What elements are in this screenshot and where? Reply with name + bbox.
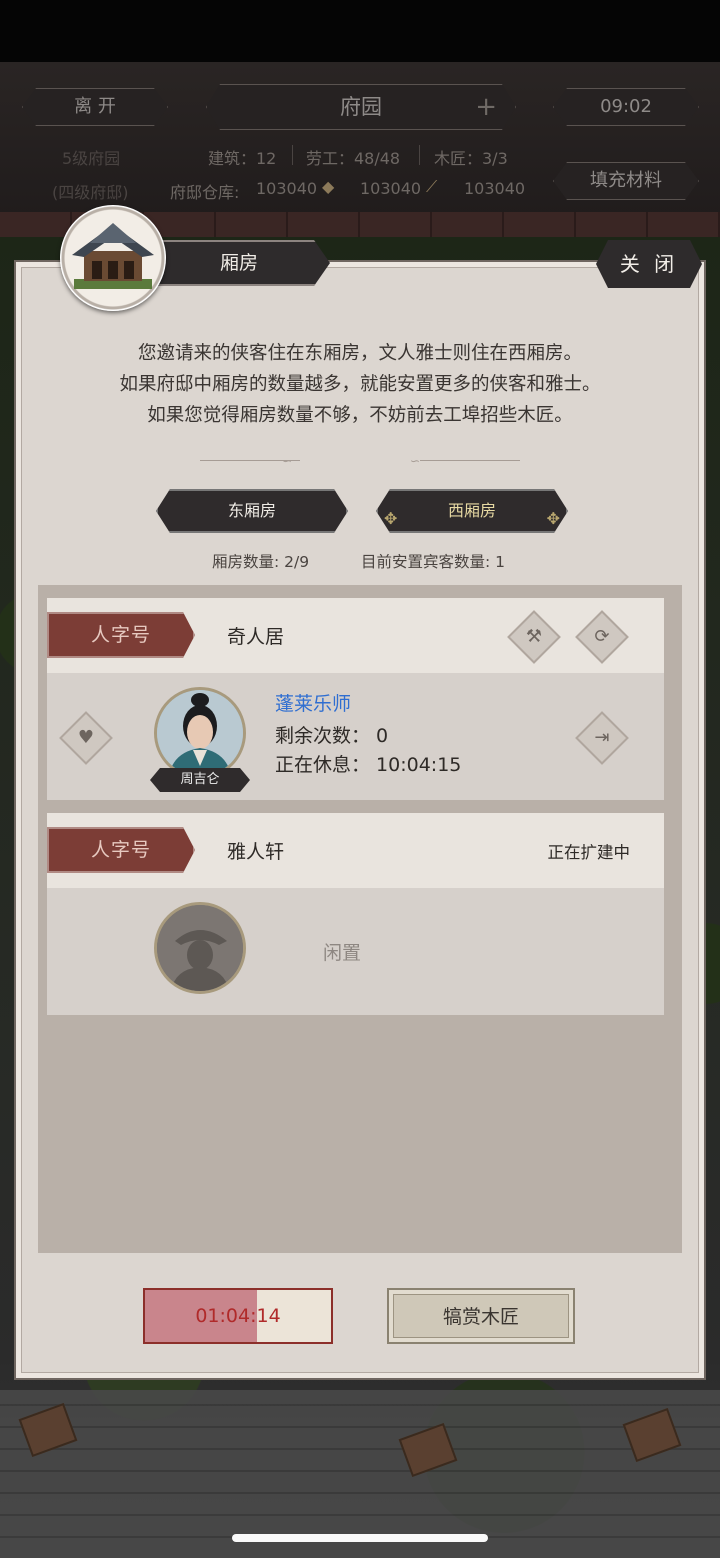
remaining-count: 剩余次数： 0 [275,725,389,747]
rank-tag: 人字号 [47,612,195,658]
close-button[interactable]: 关 闭 [596,240,702,288]
dismiss-button[interactable]: ⇥ [575,711,629,765]
guest-portrait[interactable] [154,687,246,779]
laborers-count: 劳工：48/48 [306,149,401,168]
guest-title: 蓬莱乐师 [275,693,352,715]
resource-value: 103040 [256,179,318,198]
room-name: 奇人居 [227,626,285,648]
divider-line [420,460,520,461]
grain-icon: ◆ [322,177,335,196]
leave-button[interactable]: 离 开 [22,88,168,126]
build-timer: 01:04:14 [143,1288,333,1344]
description-line: 您邀请来的侠客住在东厢房，文人雅士则住在西厢房。 [137,343,582,364]
fill-materials-button[interactable]: 填充材料 [553,162,699,200]
wood-icon: ⟋ [426,177,438,196]
warehouse-label: 府邸仓库: [170,183,240,202]
buildings-count: 建筑：12 [208,149,277,168]
tab-west-label: 西厢房 [447,501,496,520]
hud-divider [292,145,293,165]
heart-icon: ♥ [77,727,95,748]
room-body: 闲置 [47,888,664,1015]
resource-value: 103040 [464,179,526,198]
location-title: 府园 + [206,84,516,130]
room-body: ♥ 周吉仑 蓬莱乐师 剩余次数： 0 正在休息： 10:04:15 ⇥ [47,673,664,800]
description-line: 如果您觉得厢房数量不够，不妨前去工埠招些木匠。 [147,405,573,426]
house-icon [60,205,166,311]
reward-carpenters-button[interactable]: 犒赏木匠 [387,1288,575,1344]
room-header: 人字号 奇人居 ⚒ ⟳ [47,598,664,673]
room-name: 雅人轩 [227,841,285,863]
hammer-icon: ⚒ [525,626,543,647]
tab-west-wing[interactable]: ✥ 西厢房 ✥ [376,489,568,533]
rank-tag: 人字号 [47,827,195,873]
add-icon[interactable]: + [475,85,497,129]
background-cobblestone [0,1390,720,1558]
status-bar [0,0,720,62]
hud-divider [419,145,420,165]
location-title-text: 府园 [340,95,382,119]
room-card: 人字号 雅人轩 正在扩建中 闲置 [47,813,664,1015]
favor-button[interactable]: ♥ [59,711,113,765]
estate-type: (四级府邸) [52,183,129,202]
refresh-icon: ⟳ [594,626,610,647]
ornament-icon: ∽ [410,454,421,468]
guest-nametag: 周吉仑 [150,768,250,792]
clock-display: 09:02 [553,88,699,126]
estate-level: 5级府园 [62,149,121,168]
dialog-title: 厢房 [148,240,330,286]
carpenters-count: 木匠：3/3 [434,149,508,168]
ornament-icon: ∽ [282,454,293,468]
timer-text: 01:04:14 [195,1305,281,1327]
room-card: 人字号 奇人居 ⚒ ⟳ ♥ 周吉仑 蓬莱乐师 剩余次数： 0 正在休息： 10:… [47,598,664,800]
guest-count: 目前安置宾客数量: 1 [361,553,506,571]
resource-value: 103040 [360,179,422,198]
empty-slot-icon[interactable] [154,902,246,994]
resting-timer: 正在休息： 10:04:15 [275,754,462,776]
swap-button[interactable]: ⟳ [575,610,629,664]
dialog-description: 您邀请来的侠客住在东厢房，文人雅士则住在西厢房。 如果府邸中厢房的数量越多，就能… [40,338,680,431]
home-indicator[interactable] [232,1534,488,1542]
tab-east-wing[interactable]: 东厢房 [156,489,348,533]
idle-label: 闲置 [323,942,362,964]
room-count: 厢房数量: 2/9 [212,553,310,571]
upgrade-button[interactable]: ⚒ [507,610,561,664]
exit-icon: ⇥ [594,727,610,748]
room-header: 人字号 雅人轩 正在扩建中 [47,813,664,888]
room-status: 正在扩建中 [547,843,631,862]
description-line: 如果府邸中厢房的数量越多，就能安置更多的侠客和雅士。 [119,374,601,395]
